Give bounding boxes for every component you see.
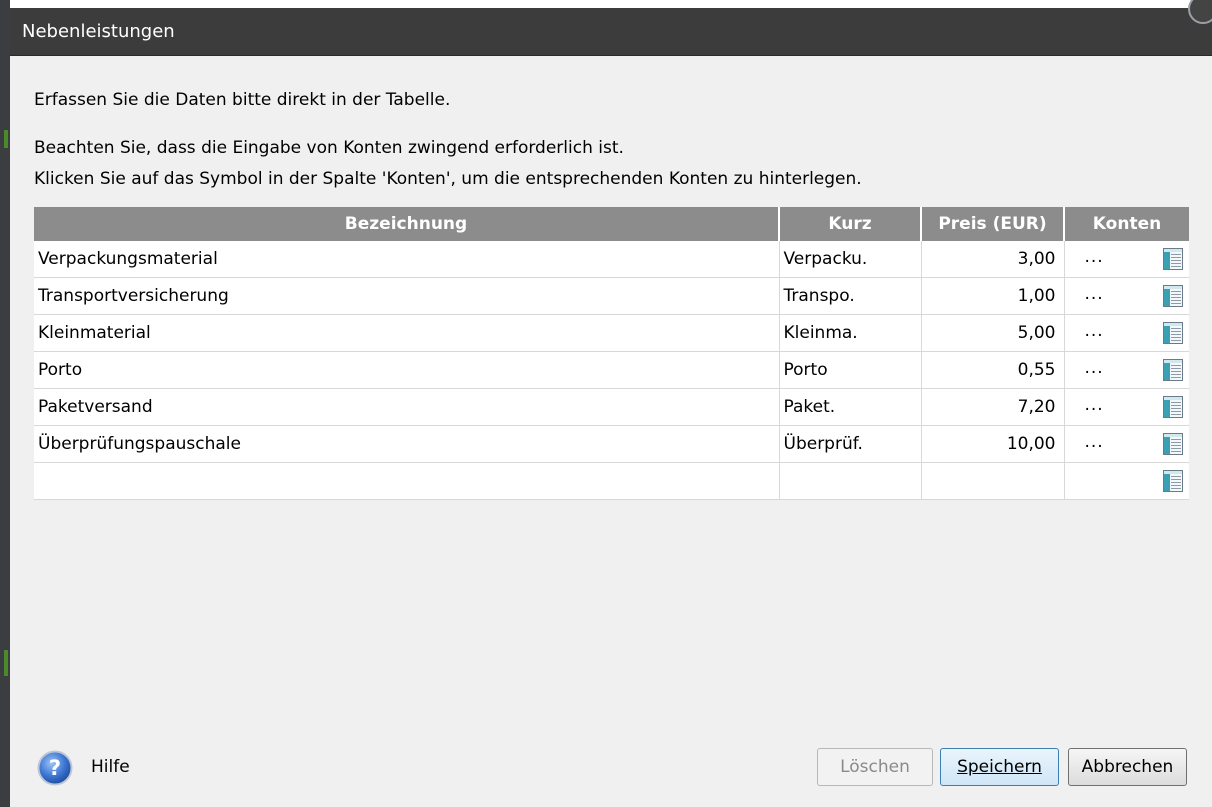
cell-bezeichnung[interactable]: Porto [34, 351, 780, 389]
cell-kurz[interactable]: Verpacku. [779, 241, 922, 278]
cancel-button[interactable]: Abbrechen [1068, 748, 1187, 786]
cell-bezeichnung[interactable]: Transportversicherung [34, 277, 780, 315]
cell-kurz[interactable]: Überprüf. [779, 425, 922, 463]
table-row [34, 462, 1189, 500]
window-corner-icon [1188, 0, 1212, 24]
table-row: Verpackungsmaterial Verpacku. 3,00... [34, 241, 1189, 278]
cell-preis[interactable]: 0,55 [921, 351, 1065, 389]
table-row: Kleinmaterial Kleinma. 5,00... [34, 314, 1189, 352]
konten-table-icon[interactable] [1163, 470, 1183, 492]
title-bar: Nebenleistungen [10, 0, 1212, 56]
cell-kurz[interactable]: Porto [779, 351, 922, 389]
cell-preis[interactable]: 1,00 [921, 277, 1065, 315]
cell-konten: ... [1064, 425, 1189, 463]
konten-value: ... [1084, 395, 1104, 415]
cell-preis[interactable]: 7,20 [921, 388, 1065, 426]
column-header-konten[interactable]: Konten [1064, 207, 1189, 241]
cell-preis[interactable]: 10,00 [921, 425, 1065, 463]
instruction-line-2: Beachten Sie, dass die Eingabe von Konte… [34, 138, 624, 158]
window-title: Nebenleistungen [22, 21, 175, 42]
cell-kurz[interactable] [779, 462, 922, 500]
edge-marker [4, 650, 8, 676]
instruction-line-3: Klicken Sie auf das Symbol in der Spalte… [34, 169, 862, 189]
konten-value: ... [1084, 247, 1104, 267]
cell-konten [1064, 462, 1189, 500]
column-header-preis[interactable]: Preis (EUR) [921, 207, 1065, 241]
nebenleistungen-dialog: Nebenleistungen Erfassen Sie die Daten b… [10, 0, 1212, 807]
konten-table-icon[interactable] [1163, 248, 1183, 270]
konten-table-icon[interactable] [1163, 433, 1183, 455]
background-window-edge [0, 0, 10, 807]
cell-bezeichnung[interactable]: Paketversand [34, 388, 780, 426]
konten-table-icon[interactable] [1163, 396, 1183, 418]
edge-marker [4, 130, 8, 148]
cell-bezeichnung[interactable] [34, 462, 780, 500]
question-circle-icon[interactable]: ? [37, 750, 73, 786]
save-button[interactable]: Speichern [940, 748, 1059, 786]
konten-table-icon[interactable] [1163, 359, 1183, 381]
table-header-row: Bezeichnung Kurz Preis (EUR) Konten [34, 207, 1189, 241]
cell-preis[interactable]: 5,00 [921, 314, 1065, 352]
konten-value: ... [1084, 284, 1104, 304]
cell-konten: ... [1064, 388, 1189, 426]
delete-button[interactable]: Löschen [817, 748, 933, 786]
konten-value: ... [1084, 358, 1104, 378]
cell-kurz[interactable]: Transpo. [779, 277, 922, 315]
konten-value: ... [1084, 321, 1104, 341]
cell-bezeichnung[interactable]: Verpackungsmaterial [34, 241, 780, 278]
cancel-button-label: Abbrechen [1081, 757, 1174, 777]
cell-kurz[interactable]: Kleinma. [779, 314, 922, 352]
table-row: Porto Porto 0,55... [34, 351, 1189, 389]
cell-kurz[interactable]: Paket. [779, 388, 922, 426]
cell-konten: ... [1064, 314, 1189, 352]
nebenleistungen-table: Bezeichnung Kurz Preis (EUR) Konten Verp… [34, 207, 1189, 500]
table-row: Transportversicherung Transpo. 1,00... [34, 277, 1189, 315]
save-button-label: Speichern [957, 757, 1042, 777]
konten-table-icon[interactable] [1163, 285, 1183, 307]
cell-konten: ... [1064, 351, 1189, 389]
konten-table-icon[interactable] [1163, 322, 1183, 344]
svg-text:?: ? [49, 756, 61, 780]
instruction-line-1: Erfassen Sie die Daten bitte direkt in d… [34, 90, 451, 110]
column-header-bezeichnung[interactable]: Bezeichnung [34, 207, 780, 241]
column-header-kurz[interactable]: Kurz [779, 207, 922, 241]
table-row: Paketversand Paket. 7,20... [34, 388, 1189, 426]
cell-preis[interactable]: 3,00 [921, 241, 1065, 278]
cell-bezeichnung[interactable]: Überprüfungspauschale [34, 425, 780, 463]
delete-button-label: Löschen [840, 757, 910, 777]
table-row: Überprüfungspauschale Überprüf. 10,00... [34, 425, 1189, 463]
cell-preis[interactable] [921, 462, 1065, 500]
help-link[interactable]: Hilfe [91, 757, 130, 777]
cell-bezeichnung[interactable]: Kleinmaterial [34, 314, 780, 352]
cell-konten: ... [1064, 277, 1189, 315]
cell-konten: ... [1064, 241, 1189, 278]
konten-value: ... [1084, 432, 1104, 452]
